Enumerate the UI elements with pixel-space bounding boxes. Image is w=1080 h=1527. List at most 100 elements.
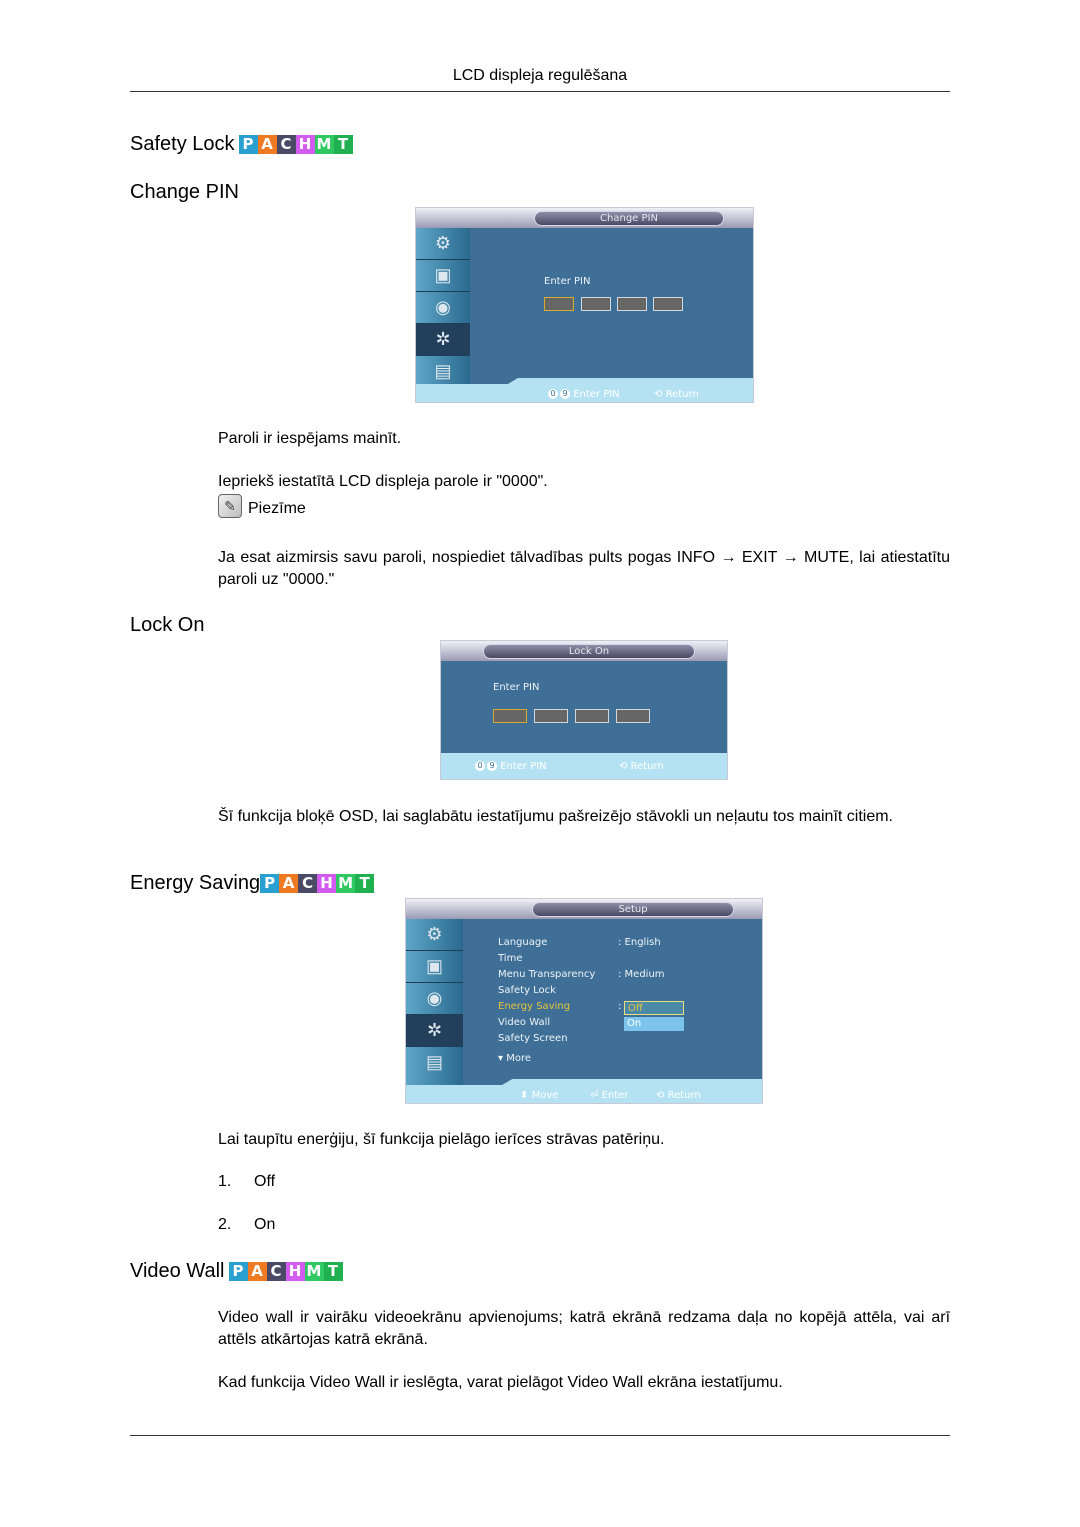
menu-value-language: : English	[618, 937, 661, 948]
model-badges: PACHMT	[238, 135, 353, 154]
badge-t: T	[355, 874, 375, 893]
pin-digit-3	[575, 709, 609, 723]
badge-h: H	[317, 874, 337, 893]
osd-setup-screenshot: Setup ⚙ ▣ ◉ ✲ ▤ Language : English Time …	[405, 898, 763, 1104]
osd-hint-enter: ⏎ Enter	[590, 1090, 628, 1101]
note-pencil-icon: ✎	[218, 494, 242, 518]
hint-enter-label: Enter	[601, 1090, 629, 1101]
model-badges: PACHMT	[228, 1262, 343, 1281]
badge-a: A	[279, 874, 299, 893]
hint-enter-label: Enter PIN	[573, 389, 620, 400]
option-number: 2.	[218, 1216, 232, 1233]
heading-text: Video Wall	[130, 1260, 225, 1282]
osd-hint-enter: 09 Enter PIN	[548, 389, 620, 400]
dropdown-option-off: Off	[624, 1001, 684, 1015]
option-list-item: 1. Off	[218, 1173, 275, 1191]
key-0-icon: 0	[548, 389, 558, 399]
heading-text: Energy Saving	[130, 872, 261, 894]
key-0-icon: 0	[475, 761, 485, 771]
badge-p: P	[228, 1262, 248, 1281]
triangle-down-icon: ▾	[498, 1053, 504, 1064]
pin-digit-1	[493, 709, 527, 723]
option-label: On	[254, 1216, 276, 1233]
badge-a: A	[257, 135, 277, 154]
note-label: Piezīme	[248, 500, 306, 517]
menu-value-menu-transparency: : Medium	[618, 969, 665, 980]
return-icon: ⟲	[619, 761, 628, 772]
note-text: Ja esat aizmirsis savu paroli, nospiedie…	[218, 549, 950, 588]
osd-lock-on-screenshot: Lock On Enter PIN 09 Enter PIN ⟲ Return	[440, 640, 728, 780]
input-icon: ⚙	[406, 919, 463, 951]
menu-item-safety-screen: Safety Screen	[498, 1033, 568, 1044]
updown-arrow-icon: ⬍	[520, 1090, 529, 1101]
menu-item-language: Language	[498, 937, 548, 948]
enter-pin-label: Enter PIN	[493, 682, 540, 693]
pin-digit-2	[581, 297, 611, 311]
change-pin-para-2: Iepriekš iestatītā LCD displeja parole i…	[218, 473, 548, 490]
hint-return-label: Return	[630, 761, 664, 772]
menu-value-energy-saving: :	[618, 1001, 622, 1012]
video-wall-para-2: Kad funkcija Video Wall ir ieslēgta, var…	[218, 1372, 950, 1394]
pin-digit-4	[653, 297, 683, 311]
key-9-icon: 9	[560, 389, 570, 399]
more-label: More	[506, 1053, 532, 1064]
return-icon: ⟲	[656, 1090, 665, 1101]
osd-title: Change PIN	[534, 211, 724, 226]
heading-energy-saving: Energy Saving PACHMT	[130, 872, 375, 895]
menu-item-video-wall: Video Wall	[498, 1017, 551, 1028]
header-divider	[130, 91, 950, 92]
hint-return-label: Return	[665, 389, 699, 400]
osd-hint-enter: 09 Enter PIN	[475, 761, 547, 772]
hint-return-label: Return	[667, 1090, 701, 1101]
hint-enter-label: Enter PIN	[500, 761, 547, 772]
pin-digit-1	[544, 297, 574, 311]
page-header-title: LCD displeja regulēšana	[452, 67, 628, 84]
badge-t: T	[333, 135, 353, 154]
menu-item-menu-transparency: Menu Transparency	[498, 969, 596, 980]
badge-c: C	[276, 135, 296, 154]
enter-pin-label: Enter PIN	[544, 276, 591, 287]
sound-icon: ◉	[406, 983, 463, 1015]
return-icon: ⟲	[654, 389, 663, 400]
key-9-icon: 9	[487, 761, 497, 771]
pin-digit-3	[617, 297, 647, 311]
para-text: ir vairāku videoekrānu apvienojums; katr…	[218, 1309, 951, 1348]
osd-title: Lock On	[483, 644, 695, 659]
badge-h: H	[285, 1262, 305, 1281]
option-list-item: 2. On	[218, 1216, 275, 1234]
osd-hint-move: ⬍ Move	[520, 1090, 558, 1101]
badge-m: M	[314, 135, 334, 154]
option-number: 1.	[218, 1173, 232, 1190]
picture-icon: ▣	[416, 260, 470, 292]
video-wall-para-1: Video wall ir vairāku videoekrānu apvien…	[218, 1307, 950, 1351]
setup-gear-icon: ✲	[406, 1015, 463, 1047]
setup-gear-icon: ✲	[416, 324, 470, 356]
para-text: ir ieslēgta, varat pielāgot	[385, 1374, 568, 1391]
osd-hint-return: ⟲ Return	[619, 761, 664, 772]
multi-control-icon: ▤	[425, 1052, 443, 1072]
dropdown-option-on: On	[624, 1017, 684, 1031]
heading-text: Safety Lock	[130, 133, 235, 155]
badge-t: T	[323, 1262, 343, 1281]
term-video-wall: Video wall	[218, 1309, 294, 1326]
osd-hint-return: ⟲ Return	[654, 389, 699, 400]
osd-change-pin-screenshot: Change PIN ⚙ ▣ ◉ ✲ ▤ Enter PIN 09 Enter …	[415, 207, 754, 403]
hint-move-label: Move	[531, 1090, 559, 1101]
badge-p: P	[238, 135, 258, 154]
heading-change-pin: Change PIN	[130, 181, 239, 203]
osd-hint-return: ⟲ Return	[656, 1090, 701, 1101]
heading-video-wall: Video Wall PACHMT	[130, 1260, 343, 1283]
heading-lock-on: Lock On	[130, 614, 205, 636]
change-pin-para-1: Paroli ir iespējams mainīt.	[218, 430, 402, 447]
badge-a: A	[247, 1262, 267, 1281]
menu-item-time: Time	[498, 953, 523, 964]
multi-control-icon: ▤	[434, 361, 452, 381]
badge-p: P	[260, 874, 280, 893]
badge-h: H	[295, 135, 315, 154]
model-badges: PACHMT	[260, 874, 375, 893]
option-label: Off	[254, 1173, 276, 1190]
term-video-wall: Video Wall	[567, 1374, 644, 1391]
badge-c: C	[298, 874, 318, 893]
menu-item-energy-saving: Energy Saving	[498, 1001, 571, 1012]
heading-safety-lock: Safety Lock PACHMT	[130, 133, 353, 156]
